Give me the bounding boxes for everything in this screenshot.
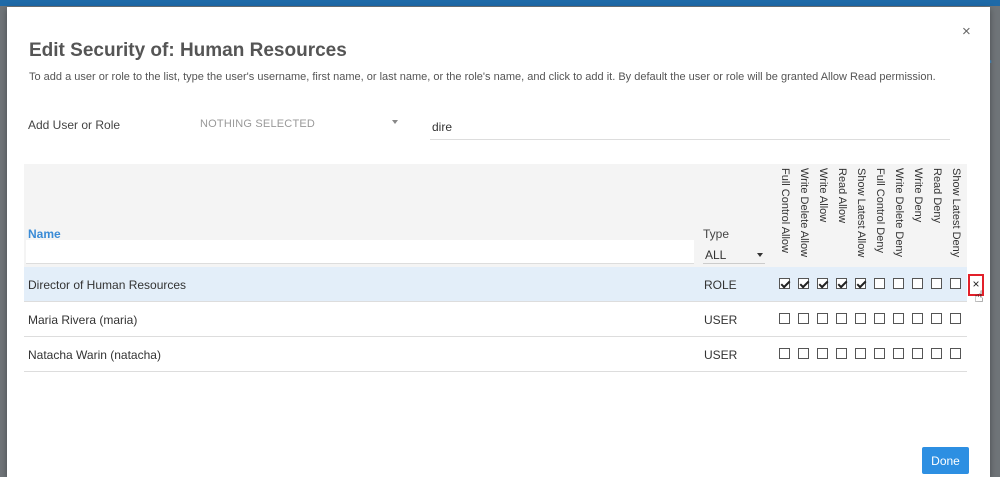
- permission-header: Full Control Allow: [776, 168, 793, 264]
- permission-checkbox[interactable]: [912, 348, 923, 359]
- permission-checkbox[interactable]: [874, 278, 885, 289]
- permission-checkbox[interactable]: [817, 348, 828, 359]
- permission-checkbox[interactable]: [950, 313, 961, 324]
- permission-header: Write Delete Deny: [890, 168, 907, 264]
- table-header: Name Type ALL Full Control Allow Write De…: [24, 164, 967, 267]
- permission-checkbox[interactable]: [779, 313, 790, 324]
- dialog-title: Edit Security of: Human Resources: [29, 40, 347, 61]
- permission-header-label: Full Control Deny: [874, 168, 886, 253]
- chevron-down-icon: [757, 253, 763, 257]
- permission-header-label: Read Allow: [836, 168, 848, 224]
- permission-checkbox[interactable]: [931, 313, 942, 324]
- permission-checkbox[interactable]: [836, 278, 847, 289]
- permission-checkbox[interactable]: [798, 348, 809, 359]
- permission-checkbox[interactable]: [817, 278, 828, 289]
- permissions-table: Name Type ALL Full Control Allow Write De…: [24, 164, 984, 372]
- permission-checkbox[interactable]: [855, 278, 866, 289]
- edit-security-dialog: × Edit Security of: Human Resources To a…: [7, 7, 990, 477]
- row-name: Natacha Warin (natacha): [28, 348, 161, 362]
- permission-header-label: Write Allow: [817, 168, 829, 223]
- permission-header-label: Full Control Allow: [779, 168, 791, 253]
- chevron-down-icon: [392, 120, 398, 124]
- dialog-description: To add a user or role to the list, type …: [29, 71, 936, 83]
- permission-checkbox[interactable]: [874, 348, 885, 359]
- permission-checkbox[interactable]: [855, 313, 866, 324]
- permission-header: Read Deny: [928, 168, 945, 264]
- permission-checkbox[interactable]: [836, 348, 847, 359]
- permission-checkbox[interactable]: [855, 348, 866, 359]
- permission-header-label: Write Delete Allow: [798, 168, 810, 258]
- permission-header-label: Write Delete Deny: [893, 168, 905, 258]
- permission-header-label: Write Deny: [912, 168, 924, 223]
- table-row[interactable]: Maria Rivera (maria) USER: [24, 302, 967, 337]
- type-column-header: Type: [703, 227, 730, 241]
- permission-header: Show Latest Deny: [947, 168, 964, 264]
- permission-header-label: Show Latest Allow: [855, 168, 867, 258]
- row-type: USER: [704, 313, 738, 327]
- permission-header: Read Allow: [833, 168, 850, 264]
- permission-header: Write Deny: [909, 168, 926, 264]
- permission-checkbox[interactable]: [779, 348, 790, 359]
- permission-checkbox[interactable]: [931, 348, 942, 359]
- permission-checkbox[interactable]: [874, 313, 885, 324]
- row-type: USER: [704, 348, 738, 362]
- table-row[interactable]: Natacha Warin (natacha) USER: [24, 337, 967, 372]
- user-role-select[interactable]: NOTHING SELECTED: [194, 111, 404, 139]
- permission-checkbox[interactable]: [798, 313, 809, 324]
- permission-checkbox[interactable]: [912, 278, 923, 289]
- permission-header-label: Read Deny: [931, 168, 943, 224]
- type-filter-select[interactable]: ALL: [703, 242, 765, 264]
- permission-checkbox[interactable]: [893, 313, 904, 324]
- permission-checkbox[interactable]: [817, 313, 828, 324]
- table-row[interactable]: Director of Human Resources ROLE × ☝: [24, 267, 984, 306]
- user-role-search-input[interactable]: [430, 114, 950, 140]
- name-column-header[interactable]: Name: [28, 227, 61, 241]
- permission-header: Show Latest Allow: [852, 168, 869, 264]
- permission-checkbox[interactable]: [893, 278, 904, 289]
- permission-checkbox[interactable]: [931, 278, 942, 289]
- type-filter-value: ALL: [705, 248, 727, 262]
- close-icon[interactable]: ×: [962, 24, 971, 39]
- permission-checkbox[interactable]: [779, 278, 790, 289]
- permission-header: Write Allow: [814, 168, 831, 264]
- permission-header-label: Show Latest Deny: [950, 168, 962, 258]
- permission-checkbox[interactable]: [950, 278, 961, 289]
- row-name: Maria Rivera (maria): [28, 313, 138, 327]
- permission-header: Write Delete Allow: [795, 168, 812, 264]
- permission-checkbox[interactable]: [912, 313, 923, 324]
- permission-header: Full Control Deny: [871, 168, 888, 264]
- done-button[interactable]: Done: [922, 447, 969, 474]
- app-top-bar: [0, 0, 1000, 6]
- permission-checkbox[interactable]: [798, 278, 809, 289]
- name-filter-input[interactable]: [26, 240, 694, 264]
- add-user-or-role-label: Add User or Role: [28, 118, 121, 132]
- select-value: NOTHING SELECTED: [200, 118, 316, 130]
- permission-checkbox[interactable]: [950, 348, 961, 359]
- row-name: Director of Human Resources: [28, 278, 187, 292]
- permission-checkbox[interactable]: [893, 348, 904, 359]
- pointer-cursor-icon: ☝: [974, 289, 984, 306]
- row-type: ROLE: [704, 278, 737, 292]
- permission-checkbox[interactable]: [836, 313, 847, 324]
